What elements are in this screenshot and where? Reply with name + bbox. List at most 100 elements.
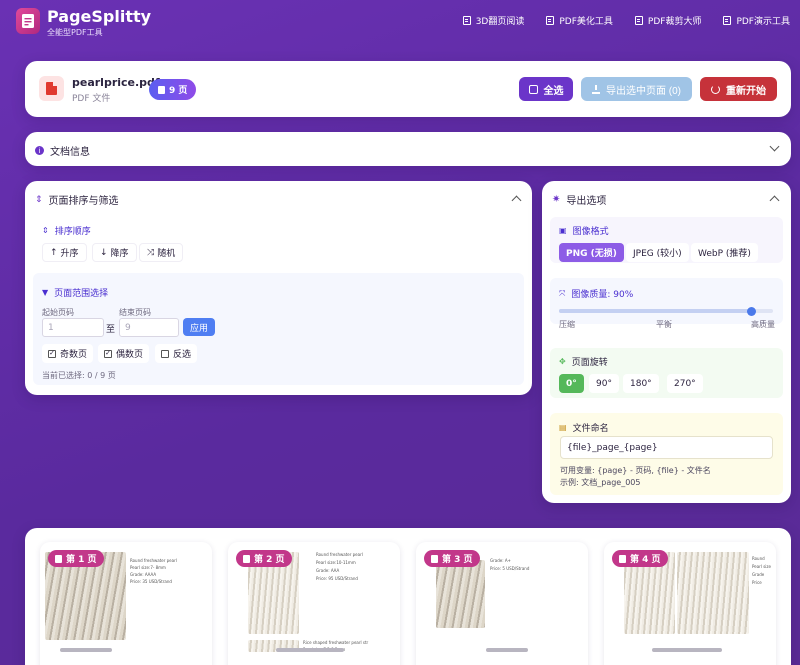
select-all-button[interactable]: 全选	[519, 77, 573, 101]
nav-pdf-beautify[interactable]: PDF美化工具	[546, 14, 613, 27]
page-icon	[55, 554, 62, 563]
rotation-90-option[interactable]: 90°	[589, 374, 619, 393]
sort-filter-header[interactable]: ⇕ 页面排序与筛选	[35, 192, 119, 208]
pearl-photo	[436, 560, 485, 628]
chevron-down-icon[interactable]	[769, 141, 780, 152]
export-options-title: 导出选项	[566, 196, 607, 207]
chevron-up-icon[interactable]	[511, 195, 522, 206]
nav-pdf-crop[interactable]: PDF裁剪大师	[634, 14, 702, 27]
file-naming-header: ▤ 文件命名	[559, 421, 609, 434]
sort-desc-button[interactable]: ↓ 降序	[92, 243, 137, 262]
file-naming-input[interactable]: {file}_page_{page}	[560, 436, 773, 459]
nav-label: PDF美化工具	[559, 17, 613, 27]
thumbnail-text: Pearl size	[752, 564, 771, 569]
sort-asc-label: 升序	[60, 249, 79, 259]
file-icon: ▤	[559, 423, 567, 432]
page-badge-label: 第 4 页	[630, 555, 661, 565]
quality-slider-handle[interactable]	[747, 306, 757, 316]
format-jpeg-option[interactable]: JPEG (较小)	[626, 243, 689, 262]
naming-variables-hint: 可用变量: {page} - 页码, {file} - 文件名	[560, 466, 711, 475]
page-icon	[243, 554, 250, 563]
file-card: pearlprice.pdf PDF 文件 9 页 全选 导出选中页面 (0) …	[25, 61, 791, 117]
selection-status: 当前已选择: 0 / 9 页	[42, 371, 116, 380]
page-range-title: 页面范围选择	[54, 289, 109, 299]
page-range-box: ▼ 页面范围选择 起始页码 1 至 结束页码 9 应用 ✓ 奇数页 ✓ 偶数页 反选…	[33, 273, 524, 385]
page-thumbnail[interactable]: 第 1 页 Round freshwater pearl Pearl size:…	[40, 542, 212, 665]
quality-min-label: 压缩	[559, 320, 575, 329]
sort-random-button[interactable]: ⤨ 随机	[139, 243, 184, 262]
end-page-input[interactable]: 9	[119, 318, 179, 337]
rotate-icon: ✥	[559, 357, 566, 366]
odd-pages-label: 奇数页	[60, 350, 88, 360]
page-thumbnail[interactable]: 第 4 页 Round Pearl size Grade Price	[604, 542, 776, 665]
export-selected-button[interactable]: 导出选中页面 (0)	[581, 77, 692, 101]
rotation-180-option[interactable]: 180°	[623, 374, 659, 393]
page-thumbnails-panel: 第 1 页 Round freshwater pearl Pearl size:…	[25, 528, 791, 665]
image-format-title: 图像格式	[572, 227, 609, 237]
page-count-badge: 9 页	[149, 79, 197, 100]
thumbnail-scrollbar[interactable]	[652, 648, 722, 652]
restart-button[interactable]: 重新开始	[700, 77, 777, 101]
thumbnail-text: Price: 95 USD/Strand	[316, 576, 358, 581]
page-number-badge: 第 4 页	[612, 550, 668, 567]
page-icon	[431, 554, 438, 563]
format-png-option[interactable]: PNG (无损)	[559, 243, 624, 262]
thumbnail-scrollbar[interactable]	[276, 648, 344, 652]
thumbnail-text: Price	[752, 580, 762, 585]
rotation-0-option[interactable]: 0°	[559, 374, 584, 393]
filter-icon: ▼	[42, 288, 49, 297]
nav-3d-reader[interactable]: 3D翻页阅读	[462, 14, 524, 27]
page-range-header: ▼ 页面范围选择	[42, 286, 108, 299]
start-page-input[interactable]: 1	[42, 318, 104, 337]
shuffle-icon: ⤨	[147, 247, 155, 258]
rotation-270-option[interactable]: 270°	[667, 374, 703, 393]
app-logo-icon[interactable]	[16, 8, 40, 34]
thumbnail-text: Pearl size:10-11mm	[316, 560, 356, 565]
redo-icon	[711, 84, 720, 94]
sort-asc-button[interactable]: ↑ 升序	[42, 243, 87, 262]
thumbnail-text: Round freshwater pearl	[316, 552, 363, 557]
quality-slider[interactable]	[559, 306, 773, 316]
page-number-badge: 第 1 页	[48, 550, 104, 567]
nav-label: PDF裁剪大师	[647, 17, 702, 27]
file-naming-title: 文件命名	[572, 424, 609, 434]
page-thumbnail[interactable]: 第 2 页 Round freshwater pearl Pearl size:…	[228, 542, 400, 665]
pearl-photo	[677, 552, 749, 634]
naming-example: 示例: 文档_page_005	[560, 478, 641, 487]
quality-slider-fill	[559, 309, 752, 313]
thumbnail-text: Rice shaped freshwater pearl str	[303, 640, 369, 645]
magic-icon	[546, 16, 555, 25]
page-rotation-title: 页面旋转	[571, 358, 608, 368]
thumbnail-text: Price: 5 USD/Strand	[490, 566, 530, 571]
doc-info-title: 文档信息	[50, 147, 90, 158]
odd-pages-checkbox[interactable]: ✓ 奇数页	[42, 344, 94, 363]
even-pages-checkbox[interactable]: ✓ 偶数页	[98, 344, 150, 363]
info-icon: i	[35, 146, 44, 155]
app-tagline: 全能型PDF工具	[47, 28, 103, 37]
checkbox-empty-icon	[161, 349, 169, 358]
doc-info-panel[interactable]: i 文档信息	[25, 132, 791, 166]
export-options-header[interactable]: ✷ 导出选项	[552, 192, 606, 207]
sort-order-title: 排序顺序	[54, 227, 91, 237]
chevron-up-icon[interactable]	[769, 195, 780, 206]
thumbnail-scrollbar[interactable]	[486, 648, 528, 652]
even-pages-label: 偶数页	[116, 350, 144, 360]
file-name: pearlprice.pdf	[72, 76, 160, 89]
invert-selection-checkbox[interactable]: 反选	[155, 344, 198, 363]
doc-info-header: i 文档信息	[35, 143, 90, 158]
page-rotation-section: ✥ 页面旋转 0° 90° 180° 270°	[550, 348, 783, 398]
end-page-label: 结束页码	[119, 308, 151, 317]
arrow-up-icon: ↑	[50, 247, 58, 258]
format-webp-option[interactable]: WebP (推荐)	[691, 243, 758, 262]
thumbnail-scrollbar[interactable]	[60, 648, 112, 652]
checkbox-checked-icon: ✓	[104, 349, 112, 358]
apply-range-button[interactable]: 应用	[183, 318, 215, 336]
nav-label: PDF演示工具	[736, 17, 790, 27]
file-type: PDF 文件	[72, 94, 111, 104]
pdf-file-icon	[39, 76, 64, 101]
image-format-header: ▣ 图像格式	[559, 224, 609, 237]
page-thumbnail[interactable]: 第 3 页 Grade: A+ Price: 5 USD/Strand	[416, 542, 588, 665]
app-name[interactable]: PageSplitty	[47, 7, 151, 26]
nav-pdf-presentation[interactable]: PDF演示工具	[723, 14, 790, 27]
sort-desc-label: 降序	[110, 249, 129, 259]
